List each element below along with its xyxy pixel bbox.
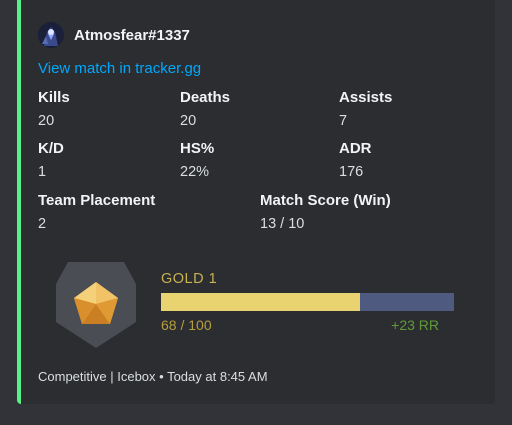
field-name: Match Score (Win) [260, 192, 391, 209]
rr-progress-bar [161, 293, 454, 311]
field-name: K/D [38, 140, 64, 157]
field-kills: Kills 20 [38, 89, 70, 130]
field-name: Team Placement [38, 192, 156, 209]
field-value: 13 / 10 [260, 216, 305, 232]
field-value: 20 [180, 113, 197, 129]
field-match-score: Match Score (Win) 13 / 10 [260, 192, 391, 233]
field-hs: HS% 22% [180, 140, 214, 181]
field-value: 2 [38, 216, 47, 232]
field-value: 176 [339, 164, 364, 180]
field-name: Deaths [180, 89, 231, 106]
field-kd: K/D 1 [38, 140, 64, 181]
field-deaths: Deaths 20 [180, 89, 230, 130]
rr-gain: +23 RR [391, 317, 439, 333]
tracker-link[interactable]: View match in tracker.gg [38, 60, 201, 77]
field-value: 7 [339, 113, 348, 129]
rank-name: GOLD 1 [161, 271, 218, 287]
field-name: HS% [180, 140, 215, 157]
field-value: 20 [38, 113, 55, 129]
field-assists: Assists 7 [339, 89, 392, 130]
field-name: Kills [38, 89, 70, 106]
embed-author: Atmosfear#1337 [38, 22, 190, 48]
rr-progress-fill [161, 293, 361, 311]
field-value: 22% [180, 164, 210, 180]
rr-points: 68 / 100 [161, 317, 212, 333]
field-adr: ADR 176 [339, 140, 372, 181]
field-name: Assists [339, 89, 393, 106]
field-value: 1 [38, 164, 47, 180]
gold-rank-icon [54, 260, 138, 350]
agent-avatar-icon[interactable] [38, 22, 64, 48]
field-team-placement: Team Placement 2 [38, 192, 155, 233]
embed-footer: Competitive | Icebox • Today at 8:45 AM [38, 369, 268, 384]
embed-card: Atmosfear#1337 View match in tracker.gg … [17, 0, 495, 404]
author-name[interactable]: Atmosfear#1337 [74, 27, 190, 44]
field-name: ADR [339, 140, 372, 157]
